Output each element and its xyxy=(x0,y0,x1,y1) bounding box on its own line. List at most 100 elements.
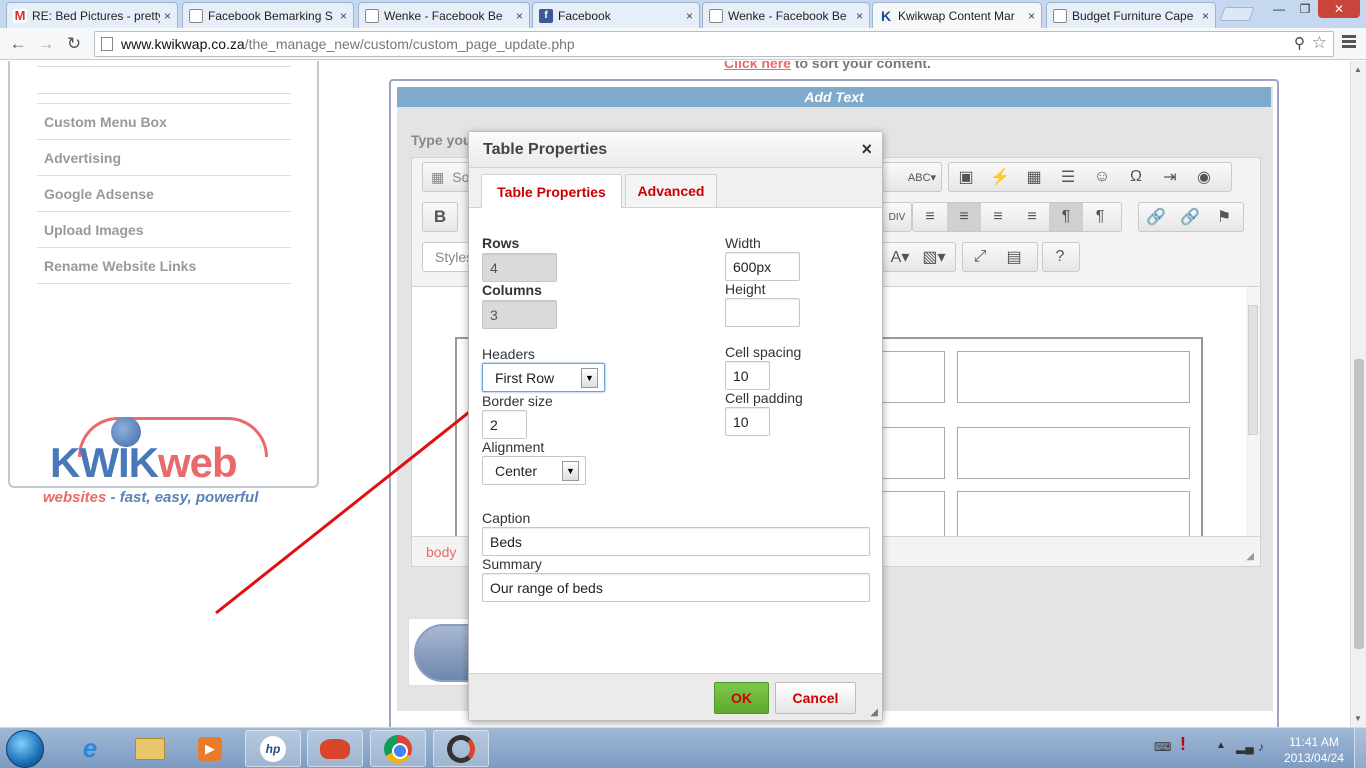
editor-scrollbar[interactable] xyxy=(1246,287,1260,536)
close-tab-icon[interactable]: × xyxy=(340,9,347,23)
headers-select[interactable]: First Row ▼ xyxy=(482,363,605,392)
sidebar-item-rename-website-links[interactable]: Rename Website Links xyxy=(37,248,291,284)
close-tab-icon[interactable]: × xyxy=(516,9,523,23)
browser-tab[interactable]: Facebook Bemarking S × xyxy=(182,2,354,28)
height-field[interactable] xyxy=(725,298,800,327)
new-tab-button[interactable] xyxy=(1219,7,1255,21)
justify-icon[interactable]: ≡ xyxy=(1015,203,1049,231)
cancel-button[interactable]: Cancel xyxy=(775,682,856,714)
start-button[interactable] xyxy=(6,730,44,768)
help-icon[interactable]: ? xyxy=(1043,243,1077,271)
browser-tab[interactable]: f Facebook × xyxy=(532,2,700,28)
caption-field[interactable]: Beds xyxy=(482,527,870,556)
tab-advanced[interactable]: Advanced xyxy=(625,174,717,207)
cell-spacing-field[interactable]: 10 xyxy=(725,361,770,390)
minimize-icon[interactable]: — xyxy=(1266,0,1292,18)
border-size-field[interactable]: 2 xyxy=(482,410,527,439)
forward-arrow-icon[interactable]: → xyxy=(36,34,56,54)
browser-tab-active[interactable]: K Kwikwap Content Mar × xyxy=(872,2,1042,28)
columns-field[interactable]: 3 xyxy=(482,300,557,329)
volume-icon[interactable]: ♪ xyxy=(1258,740,1264,754)
link-icon[interactable]: 🔗 xyxy=(1139,203,1173,231)
restore-icon[interactable]: ❐ xyxy=(1292,0,1318,18)
close-tab-icon[interactable]: × xyxy=(856,9,863,23)
close-tab-icon[interactable]: × xyxy=(164,9,171,23)
browser-tab[interactable]: Budget Furniture Cape × xyxy=(1046,2,1216,28)
divider xyxy=(37,66,291,67)
sidebar-item-advertising[interactable]: Advertising xyxy=(37,140,291,176)
page-scroll-thumb[interactable] xyxy=(1354,359,1364,649)
spellcheck-icon[interactable]: ABC▾ xyxy=(905,163,939,191)
close-tab-icon[interactable]: × xyxy=(1202,9,1209,23)
page-scrollbar[interactable]: ▲ ▼ xyxy=(1350,61,1366,727)
action-center-alert-icon[interactable]: ! xyxy=(1180,734,1186,755)
show-hidden-icons-icon[interactable]: ▲ xyxy=(1216,740,1226,751)
network-icon[interactable]: ▂▄ xyxy=(1236,740,1254,754)
paint-taskbar-icon[interactable] xyxy=(307,730,363,767)
zoom-icon[interactable]: ⚲ xyxy=(1294,34,1305,52)
cell-padding-field[interactable]: 10 xyxy=(725,407,770,436)
page-break-icon[interactable]: ⇥ xyxy=(1153,163,1187,191)
scroll-down-icon[interactable]: ▼ xyxy=(1354,714,1362,723)
url-path: /the_manage_new/custom/custom_page_updat… xyxy=(244,36,575,52)
table-icon[interactable]: ▦ xyxy=(1017,163,1051,191)
back-arrow-icon[interactable]: ← xyxy=(8,34,28,54)
browser-tab[interactable]: M RE: Bed Pictures - pretty × xyxy=(6,2,178,28)
keyboard-icon[interactable]: ⌨ xyxy=(1154,740,1171,754)
close-tab-icon[interactable]: × xyxy=(686,9,693,23)
rtl-icon[interactable]: ¶ xyxy=(1083,203,1117,231)
close-tab-icon[interactable]: × xyxy=(1028,9,1035,23)
summary-field[interactable]: Our range of beds xyxy=(482,573,870,602)
tab-table-properties[interactable]: Table Properties xyxy=(481,174,622,208)
url-host: www.kwikwap.co.za xyxy=(121,36,245,52)
alignment-select[interactable]: Center ▼ xyxy=(482,456,586,485)
show-blocks-icon[interactable]: ▤ xyxy=(997,243,1031,271)
sort-content-link[interactable]: Click here xyxy=(724,61,791,71)
editor-scroll-thumb[interactable] xyxy=(1248,305,1258,435)
special-char-icon[interactable]: Ω xyxy=(1119,163,1153,191)
scroll-up-icon[interactable]: ▲ xyxy=(1354,65,1362,74)
align-right-icon[interactable]: ≡ xyxy=(981,203,1015,231)
hp-taskbar-icon[interactable]: hp xyxy=(245,730,301,767)
browser-menu-icon[interactable] xyxy=(1342,35,1356,50)
ltr-icon[interactable]: ¶ xyxy=(1049,203,1083,231)
explorer-folder-taskbar-icon[interactable] xyxy=(122,730,178,767)
path-body[interactable]: body xyxy=(426,544,456,560)
browser-tab[interactable]: Wenke - Facebook Be × xyxy=(702,2,870,28)
url-bar[interactable]: www.kwikwap.co.za/the_manage_new/custom/… xyxy=(94,31,1334,57)
clock[interactable]: 11:41 AM 2013/04/24 xyxy=(1284,734,1344,766)
horizontal-line-icon[interactable]: ☰ xyxy=(1051,163,1085,191)
chrome-taskbar-icon[interactable] xyxy=(370,730,426,767)
media-player-taskbar-icon[interactable]: ▶ xyxy=(182,730,238,767)
align-left-icon[interactable]: ≡ xyxy=(913,203,947,231)
close-icon[interactable]: × xyxy=(861,139,872,160)
resize-grip-icon[interactable]: ◢ xyxy=(1246,551,1254,562)
smiley-icon[interactable]: ☺ xyxy=(1085,163,1119,191)
sort-content-text: to sort your content. xyxy=(790,61,931,71)
unlink-icon[interactable]: 🔗 xyxy=(1173,203,1207,231)
anchor-flag-icon[interactable]: ⚑ xyxy=(1207,203,1241,231)
bold-button[interactable]: B xyxy=(422,202,458,232)
snagit-taskbar-icon[interactable] xyxy=(433,730,489,767)
dialog-resize-grip-icon[interactable]: ◢ xyxy=(870,707,878,718)
sidebar-item-custom-menu-box[interactable]: Custom Menu Box xyxy=(37,104,291,140)
internet-explorer-taskbar-icon[interactable]: e xyxy=(62,730,118,767)
maximize-icon[interactable]: ⤢ xyxy=(963,243,997,271)
reload-icon[interactable]: ↻ xyxy=(64,34,84,54)
iframe-icon[interactable]: ◉ xyxy=(1187,163,1221,191)
rows-field[interactable]: 4 xyxy=(482,253,557,282)
width-field[interactable]: 600px xyxy=(725,252,800,281)
show-desktop-button[interactable] xyxy=(1354,728,1366,768)
sidebar-item-upload-images[interactable]: Upload Images xyxy=(37,212,291,248)
div-icon[interactable]: DIV xyxy=(883,203,911,231)
sidebar-item-google-adsense[interactable]: Google Adsense xyxy=(37,176,291,212)
browser-tab[interactable]: Wenke - Facebook Be × xyxy=(358,2,530,28)
flash-icon[interactable]: ⚡ xyxy=(983,163,1017,191)
window-close-icon[interactable]: ✕ xyxy=(1318,0,1360,18)
bookmark-star-icon[interactable]: ☆ xyxy=(1312,33,1327,53)
image-icon[interactable]: ▣ xyxy=(949,163,983,191)
background-color-icon[interactable]: ▧▾ xyxy=(917,243,951,271)
text-color-icon[interactable]: A▾ xyxy=(883,243,917,271)
ok-button[interactable]: OK xyxy=(714,682,769,714)
align-center-icon[interactable]: ≡ xyxy=(947,203,981,231)
